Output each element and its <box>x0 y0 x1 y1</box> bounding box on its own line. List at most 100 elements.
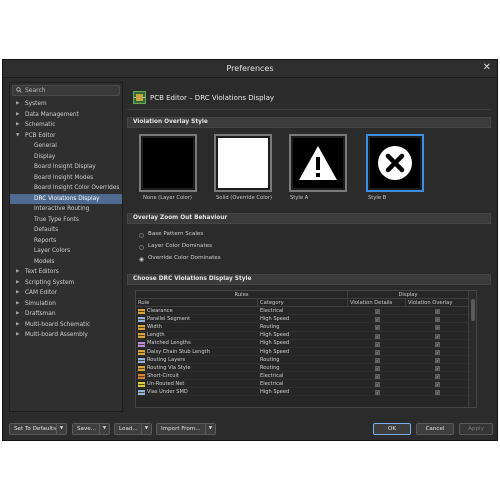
apply-label: Apply <box>468 426 484 432</box>
violation-overlay-checkbox[interactable]: ✓ <box>435 382 440 388</box>
violation-overlay-checkbox[interactable]: ✓ <box>435 309 440 315</box>
search-input[interactable]: Search <box>12 85 120 96</box>
violation-details-checkbox[interactable]: ✓ <box>375 365 380 371</box>
tree-item[interactable]: ▶ Multi-board Assembly <box>10 330 122 341</box>
tree-item[interactable]: Board Insight Color Overrides <box>10 183 122 194</box>
violation-details-checkbox[interactable]: ✓ <box>375 341 380 347</box>
expand-right-icon[interactable]: ▶ <box>16 267 19 278</box>
table-row[interactable]: Width Routing ✓ ✓ <box>136 324 468 332</box>
chevron-down-icon[interactable]: ▼ <box>99 424 109 434</box>
violation-overlay-checkbox[interactable]: ✓ <box>435 333 440 339</box>
violation-details-checkbox[interactable]: ✓ <box>375 382 380 388</box>
category-column-header[interactable]: Category <box>258 299 348 307</box>
tree-item[interactable]: ▶ Text Editors <box>10 267 122 278</box>
violation-overlay-checkbox[interactable]: ✓ <box>435 325 440 331</box>
violation-overlay-checkbox[interactable]: ✓ <box>435 357 440 363</box>
violation-details-checkbox[interactable]: ✓ <box>375 390 380 396</box>
table-row[interactable]: Vias Under SMD High Speed ✓ ✓ <box>136 389 468 397</box>
expand-right-icon[interactable]: ▶ <box>16 330 19 341</box>
table-row[interactable]: Routing Layers Routing ✓ ✓ <box>136 357 468 364</box>
table-row[interactable]: Short-Circuit Electrical ✓ ✓ <box>136 373 468 381</box>
radio-button-selected[interactable] <box>139 256 144 262</box>
tree-item[interactable]: ▶ Draftsman <box>10 309 122 320</box>
tree-item[interactable]: Layer Colors <box>10 246 122 257</box>
import-from-button[interactable]: Import From... ▼ <box>156 423 216 435</box>
violation-details-checkbox[interactable]: ✓ <box>375 325 380 331</box>
details-column-header[interactable]: Violation Details <box>348 299 406 307</box>
violation-overlay-checkbox[interactable]: ✓ <box>435 317 440 323</box>
violation-details-checkbox[interactable]: ✓ <box>375 357 380 363</box>
chevron-down-icon[interactable]: ▼ <box>141 424 151 434</box>
expand-right-icon[interactable]: ▶ <box>16 99 19 110</box>
tree-item-label: General <box>34 143 57 149</box>
ok-button[interactable]: OK <box>373 423 411 435</box>
overlay-style-b-option[interactable] <box>366 134 424 192</box>
expand-right-icon[interactable]: ▶ <box>16 278 19 289</box>
expand-right-icon[interactable]: ▶ <box>16 110 19 121</box>
save-button[interactable]: Save... ▼ <box>72 423 110 435</box>
violation-details-checkbox[interactable]: ✓ <box>375 309 380 315</box>
overlay-style-solid-option[interactable] <box>214 134 272 192</box>
table-row[interactable]: Un-Routed Net Electrical ✓ ✓ <box>136 380 468 389</box>
violation-overlay-checkbox[interactable]: ✓ <box>435 390 440 396</box>
close-icon[interactable]: ✕ <box>483 62 491 73</box>
radio-button[interactable] <box>139 244 144 250</box>
tree-item[interactable]: ▶ CAM Editor <box>10 288 122 299</box>
tree-item[interactable]: True Type Fonts <box>10 215 122 226</box>
tree-item[interactable]: ▶ Schematic <box>10 120 122 131</box>
load-button[interactable]: Load... ▼ <box>114 423 152 435</box>
tree-item[interactable]: ▶ Data Management <box>10 110 122 121</box>
table-scrollbar[interactable] <box>468 291 476 407</box>
table-row[interactable]: Length High Speed ✓ ✓ <box>136 332 468 340</box>
tree-item[interactable]: Interactive Routing <box>10 204 122 215</box>
overlay-style-none-option[interactable] <box>139 134 197 192</box>
rule-name: Un-Routed Net <box>147 380 185 387</box>
violation-details-checkbox[interactable]: ✓ <box>375 333 380 339</box>
scrollbar-thumb[interactable] <box>471 299 475 321</box>
violation-overlay-checkbox[interactable]: ✓ <box>435 365 440 371</box>
tree-item[interactable]: Defaults <box>10 225 122 236</box>
rule-category: High Speed <box>260 340 290 347</box>
violation-details-checkbox[interactable]: ✓ <box>375 349 380 355</box>
radio-button[interactable] <box>139 232 144 238</box>
violation-overlay-checkbox[interactable]: ✓ <box>435 374 440 380</box>
tree-item[interactable]: Reports <box>10 236 122 247</box>
tree-item[interactable]: ▶ Simulation <box>10 299 122 310</box>
tree-item[interactable]: Display <box>10 152 122 163</box>
expand-right-icon[interactable]: ▶ <box>16 288 19 299</box>
apply-button[interactable]: Apply <box>459 423 493 435</box>
tree-item[interactable]: ▶ Multi-board Schematic <box>10 320 122 331</box>
tree-item[interactable]: ▶ System <box>10 99 122 110</box>
expand-right-icon[interactable]: ▶ <box>16 299 19 310</box>
cancel-button[interactable]: Cancel <box>416 423 454 435</box>
table-row[interactable]: Routing Via Style Routing ✓ ✓ <box>136 365 468 373</box>
violation-overlay-checkbox[interactable]: ✓ <box>435 349 440 355</box>
table-row[interactable]: Parallel Segment High Speed ✓ ✓ <box>136 316 468 324</box>
tree-item[interactable]: ▶ Scripting System <box>10 278 122 289</box>
table-row[interactable]: Clearance Electrical ✓ ✓ <box>136 308 468 316</box>
table-row[interactable]: Daisy Chain Stub Length High Speed ✓ ✓ <box>136 349 468 356</box>
overlay-column-header[interactable]: Violation Overlay <box>406 299 469 307</box>
tree-item[interactable]: Board Insight Display <box>10 162 122 173</box>
rule-layers-icon <box>138 357 145 363</box>
chevron-down-icon[interactable]: ▼ <box>56 424 66 434</box>
expand-right-icon[interactable]: ▶ <box>16 309 19 320</box>
expand-down-icon[interactable]: ▼ <box>16 131 19 142</box>
settings-content: PCB Editor – DRC Violations Display Viol… <box>127 82 491 412</box>
tree-item[interactable]: Board Insight Modes <box>10 173 122 184</box>
tree-item[interactable]: DRC Violations Display <box>10 193 122 204</box>
table-row[interactable]: Matched Lengths High Speed ✓ ✓ <box>136 340 468 348</box>
tree-item[interactable]: General <box>10 141 122 152</box>
violation-details-checkbox[interactable]: ✓ <box>375 317 380 323</box>
tree-item[interactable]: Models <box>10 257 122 268</box>
chevron-down-icon[interactable]: ▼ <box>205 424 215 434</box>
set-to-defaults-button[interactable]: Set To Defaults ▼ <box>9 423 67 435</box>
violation-overlay-checkbox[interactable]: ✓ <box>435 341 440 347</box>
violation-details-checkbox[interactable]: ✓ <box>375 374 380 380</box>
expand-right-icon[interactable]: ▶ <box>16 320 19 331</box>
rule-column-header[interactable]: Rule <box>136 299 258 307</box>
rule-unrouted-icon <box>138 382 145 388</box>
expand-right-icon[interactable]: ▶ <box>16 120 19 131</box>
overlay-style-a-option[interactable] <box>289 134 347 192</box>
tree-item[interactable]: ▼ PCB Editor <box>10 131 122 142</box>
